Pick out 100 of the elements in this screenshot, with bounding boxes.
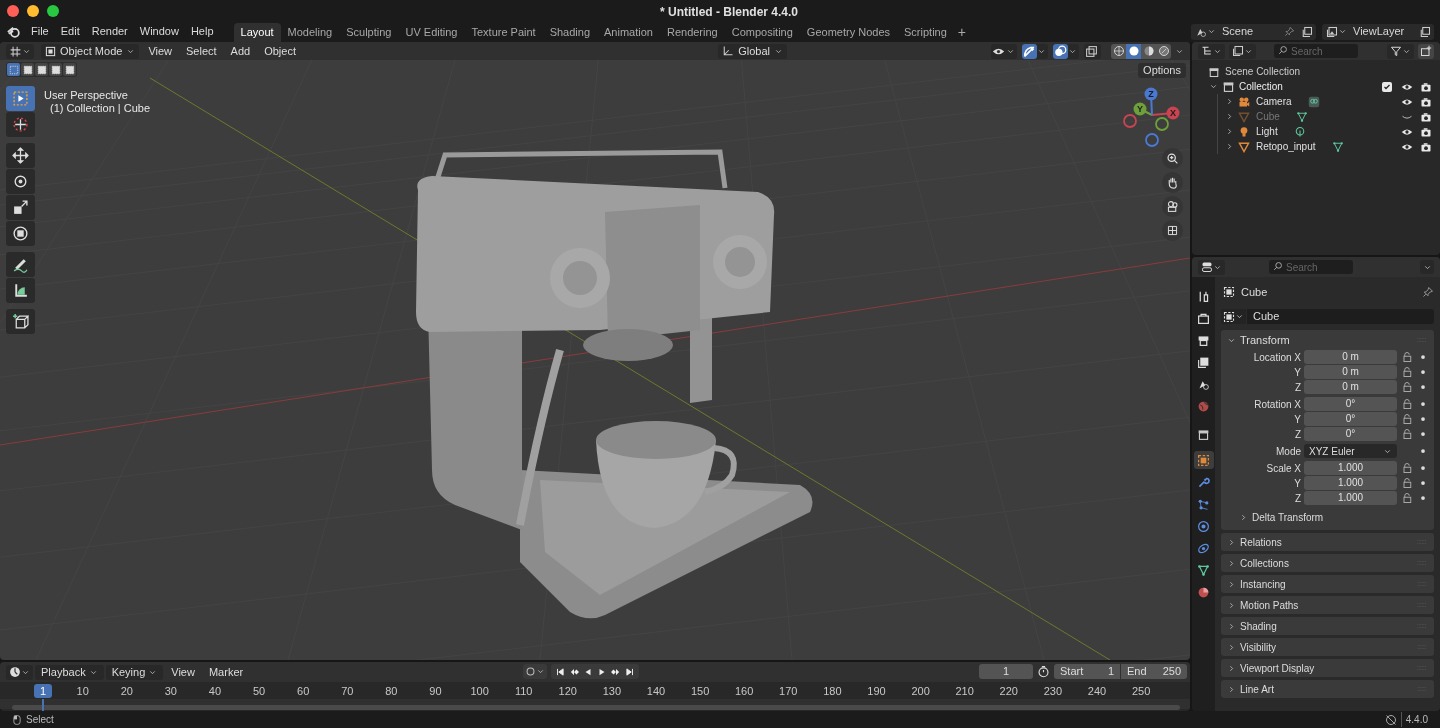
menu-item[interactable]: Keying — [105, 664, 164, 680]
keyframe-dot-icon[interactable] — [1420, 465, 1426, 471]
panel-header[interactable]: Relations — [1221, 533, 1434, 551]
editor-type-button[interactable] — [1198, 259, 1225, 275]
menu-item[interactable]: View — [143, 42, 178, 60]
current-frame-field[interactable]: 1 — [979, 664, 1033, 679]
timeline-scrollbar[interactable] — [12, 705, 1180, 710]
mode-dropdown[interactable]: XYZ Euler — [1304, 444, 1397, 458]
workspace-tab[interactable]: Rendering — [659, 23, 725, 42]
render-camera-icon[interactable] — [1420, 140, 1432, 153]
tool-button[interactable] — [6, 309, 35, 334]
search-field[interactable]: Search — [1269, 260, 1353, 275]
lock-icon[interactable] — [1401, 462, 1413, 474]
properties-tab[interactable] — [1193, 451, 1214, 469]
hand-button[interactable] — [1162, 172, 1183, 193]
keyframe-dot-icon[interactable] — [1420, 401, 1426, 407]
data-block-dropdown[interactable] — [1221, 309, 1246, 324]
close-button[interactable] — [7, 4, 19, 17]
workspace-tab[interactable]: Layout — [233, 23, 281, 42]
options-button[interactable]: Options — [1138, 63, 1186, 78]
number-field[interactable]: 1.000 — [1304, 491, 1397, 505]
editor-type-button[interactable] — [1198, 43, 1225, 59]
workspace-tab[interactable]: Shading — [542, 23, 598, 42]
render-camera-icon[interactable] — [1420, 80, 1432, 93]
selection-mode-button[interactable] — [63, 63, 76, 76]
rendered-shading-button[interactable] — [1156, 43, 1171, 59]
number-field[interactable]: 0° — [1304, 427, 1397, 441]
keyframe-dot-icon[interactable] — [1420, 416, 1426, 422]
lock-icon[interactable] — [1401, 381, 1413, 393]
menu-item[interactable]: Help — [184, 23, 220, 40]
menu-item[interactable]: Add — [225, 42, 256, 60]
solid-shading-button[interactable] — [1126, 43, 1141, 59]
exclude-checkbox[interactable] — [1382, 81, 1392, 92]
duplicate-icon[interactable] — [1419, 25, 1431, 38]
tool-button[interactable] — [6, 252, 35, 277]
lock-icon[interactable] — [1401, 428, 1413, 440]
number-field[interactable]: 0° — [1304, 412, 1397, 426]
selection-mode-button[interactable] — [21, 63, 34, 76]
filter-button[interactable] — [1387, 43, 1414, 59]
outliner-item[interactable]: Collection — [1239, 79, 1378, 94]
lock-icon[interactable] — [1401, 477, 1413, 489]
number-field[interactable]: 1.000 — [1304, 461, 1397, 475]
menu-item[interactable]: Render — [85, 23, 134, 40]
mode-dropdown[interactable]: Object Mode — [41, 43, 140, 59]
playhead-frame-label[interactable]: 1 — [34, 684, 52, 698]
menu-item[interactable]: Object — [259, 42, 301, 60]
grid-button[interactable] — [1162, 220, 1183, 241]
panel-header[interactable]: Collections — [1221, 554, 1434, 572]
start-frame-field[interactable]: Start 1 — [1054, 664, 1120, 679]
editor-type-button[interactable] — [6, 43, 34, 59]
panel-header[interactable]: Instancing — [1221, 575, 1434, 593]
outliner-item[interactable]: Scene Collection — [1225, 64, 1301, 79]
number-field[interactable]: 1.000 — [1304, 476, 1397, 490]
render-camera-icon[interactable] — [1420, 110, 1432, 123]
menu-item[interactable]: Edit — [54, 23, 86, 40]
new-collection-button[interactable] — [1418, 43, 1434, 59]
eye-toggle[interactable] — [991, 43, 1017, 59]
add-workspace-button[interactable]: + — [953, 23, 970, 42]
keyframe-dot-icon[interactable] — [1420, 354, 1426, 360]
blender-logo-icon[interactable] — [7, 24, 21, 39]
subpanel-header[interactable]: Delta Transform — [1221, 508, 1434, 526]
number-field[interactable]: 0 m — [1304, 365, 1397, 379]
workspace-tab[interactable]: Sculpting — [339, 23, 399, 42]
outliner-item[interactable]: Light — [1256, 124, 1278, 139]
menu-item[interactable]: File — [25, 23, 55, 40]
workspace-tab[interactable]: UV Editing — [398, 23, 465, 42]
panel-header[interactable]: Shading — [1221, 617, 1434, 635]
tool-button[interactable] — [6, 195, 35, 220]
orientation-dropdown[interactable]: Global — [718, 43, 787, 59]
number-field[interactable]: 0 m — [1304, 380, 1397, 394]
selection-mode-button[interactable] — [35, 63, 48, 76]
menu-item[interactable]: Playback — [35, 664, 104, 680]
lock-icon[interactable] — [1401, 398, 1413, 410]
stopwatch-icon[interactable] — [1037, 665, 1050, 678]
keyframe-dot-icon[interactable] — [1420, 431, 1426, 437]
tool-button[interactable] — [6, 221, 35, 246]
overlay-toggle[interactable] — [1053, 43, 1079, 59]
menu-item[interactable]: Select — [181, 42, 222, 60]
workspace-tab[interactable]: Modeling — [280, 23, 340, 42]
display-mode-button[interactable] — [1229, 43, 1256, 59]
lock-icon[interactable] — [1401, 492, 1413, 504]
view-layer-selector[interactable]: ViewLayer — [1322, 23, 1434, 40]
end-frame-field[interactable]: End 250 — [1121, 664, 1187, 679]
keyframe-dot-icon[interactable] — [1420, 480, 1426, 486]
panel-header[interactable]: Viewport Display — [1221, 659, 1434, 677]
pin-icon[interactable] — [1284, 26, 1295, 37]
zoom-button[interactable] — [47, 4, 59, 17]
name-field[interactable]: Cube — [1247, 309, 1434, 324]
keyframe-dot-icon[interactable] — [1420, 448, 1426, 454]
workspace-tab[interactable]: Compositing — [724, 23, 800, 42]
workspace-tab[interactable]: Animation — [597, 23, 660, 42]
workspace-tab[interactable]: Geometry Nodes — [799, 23, 897, 42]
number-field[interactable]: 0° — [1304, 397, 1397, 411]
keyframe-dot-icon[interactable] — [1420, 384, 1426, 390]
keyframe-dot-icon[interactable] — [1420, 495, 1426, 501]
wireframe-shading-button[interactable] — [1111, 43, 1126, 59]
menu-item[interactable]: Marker — [202, 664, 250, 680]
selection-mode-button[interactable] — [7, 63, 20, 76]
menu-item[interactable]: View — [165, 664, 201, 680]
minimize-button[interactable] — [27, 4, 39, 17]
